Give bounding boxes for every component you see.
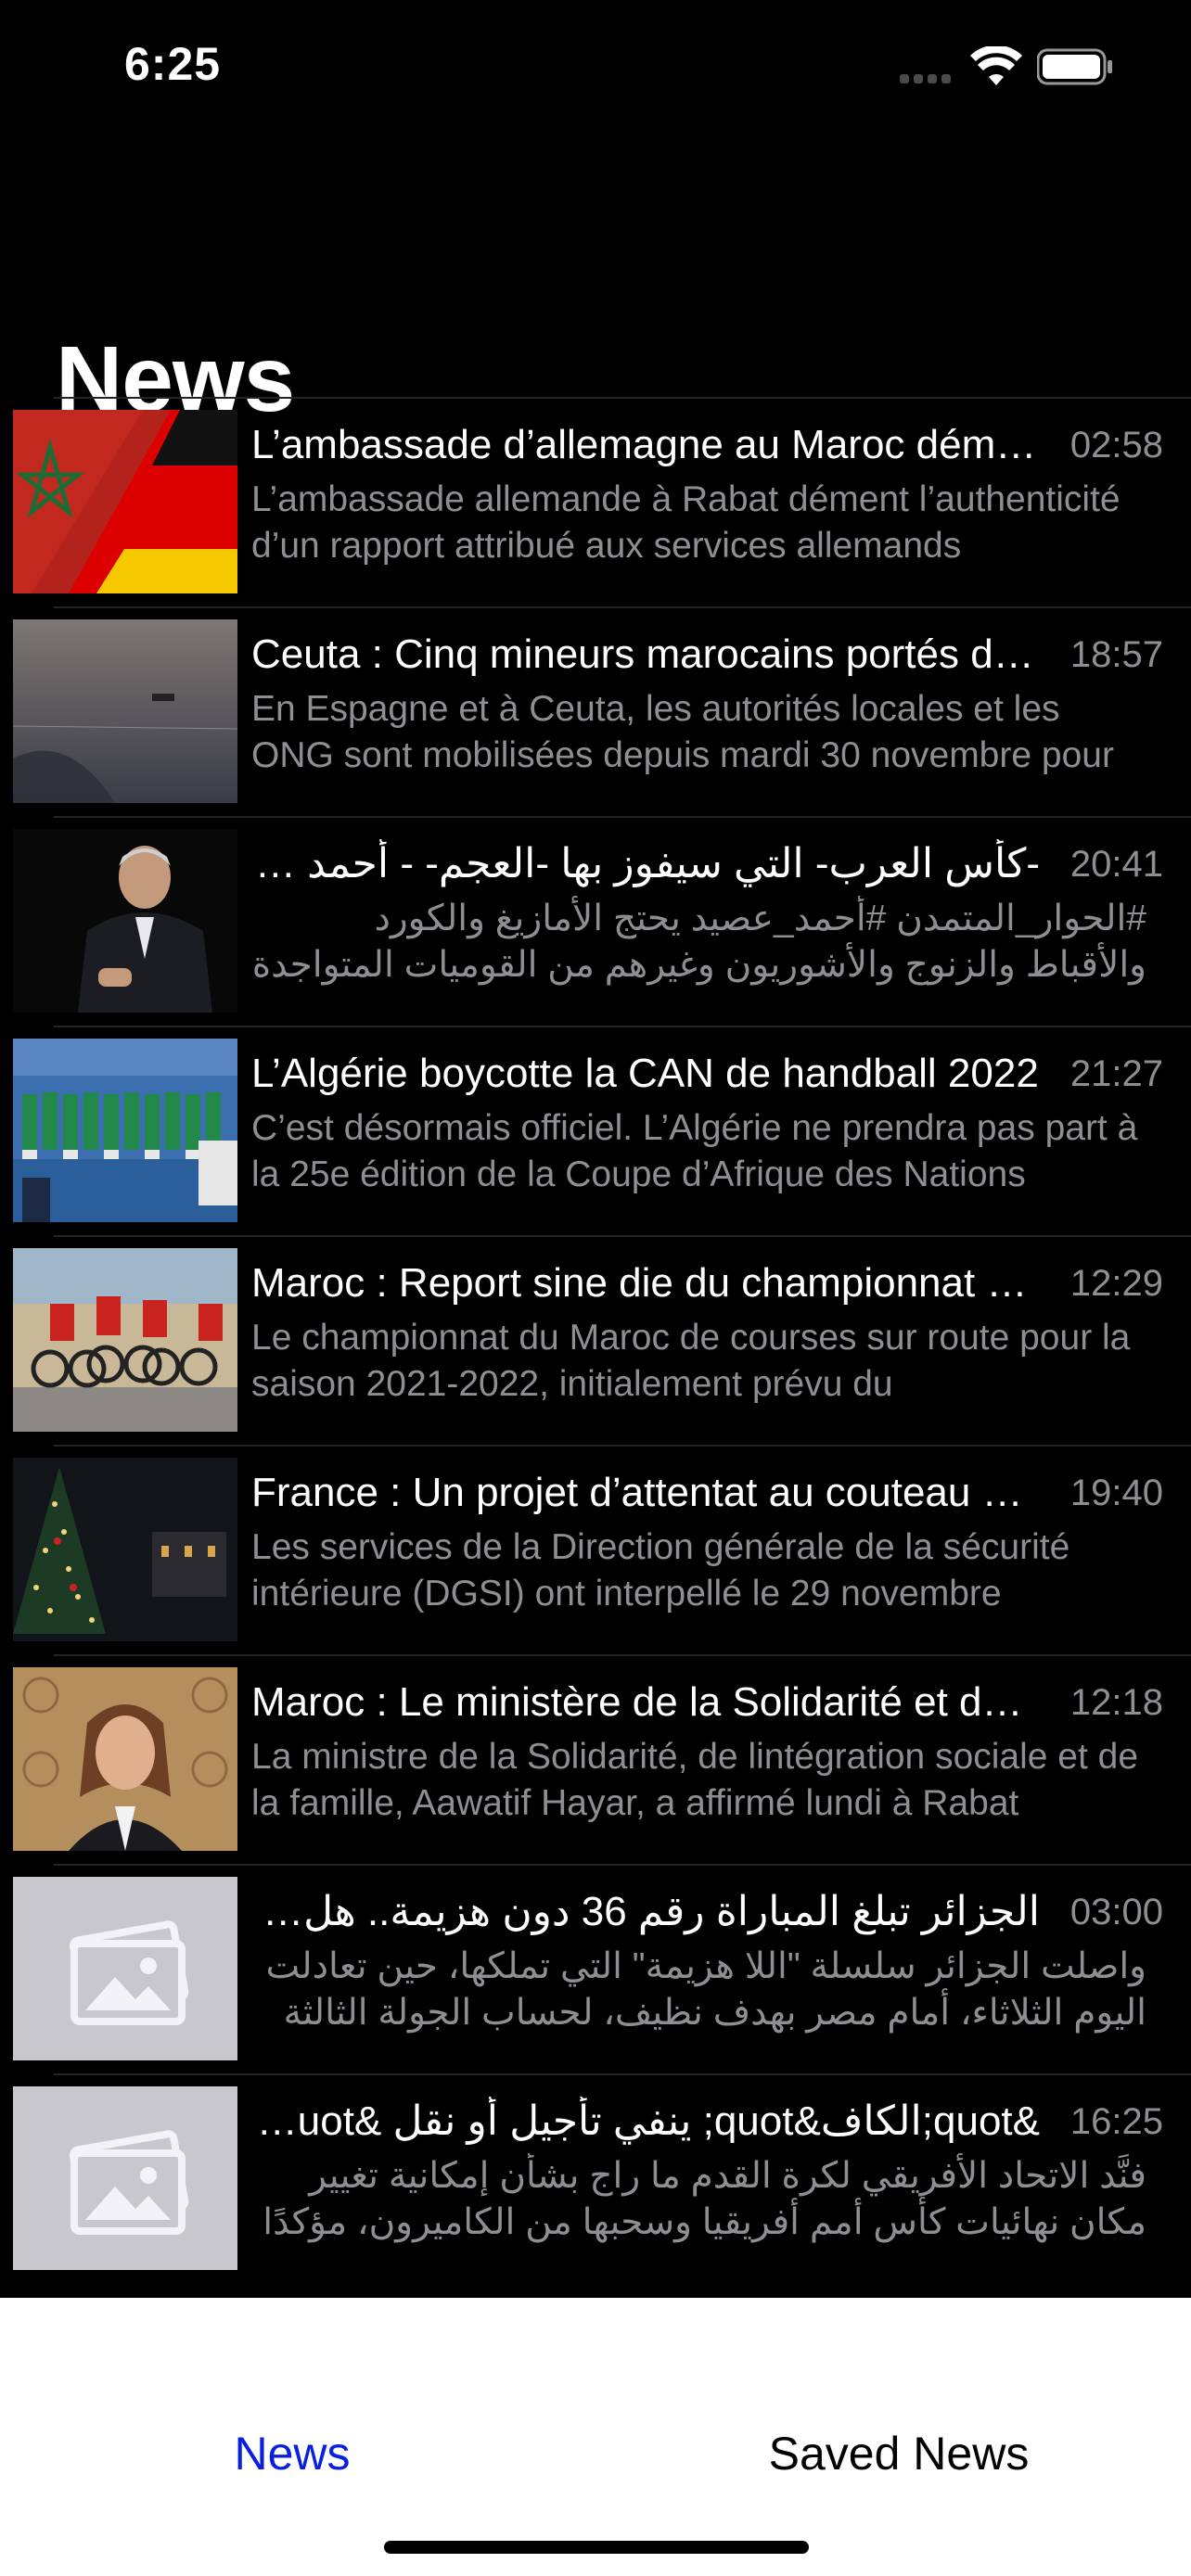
article-title: Ceuta : Cinq mineurs marocains portés di… [251,631,1040,677]
battery-icon [1037,48,1112,85]
news-row[interactable]: Maroc : Report sine die du championnat d… [0,1235,1191,1445]
tab-saved-news[interactable]: Saved News [607,2426,1191,2481]
article-excerpt: فنَّد الاتحاد الأفريقي لكرة القدم ما راج… [263,2156,1146,2242]
article-excerpt: En Espagne et à Ceuta, les autorités loc… [251,689,1114,775]
article-excerpt: Le championnat du Maroc de courses sur r… [251,1318,1131,1404]
article-title: France : Un projet d’attentat au couteau… [251,1470,1040,1515]
article-time: 12:29 [1069,1263,1163,1304]
article-thumbnail [13,1667,237,1851]
placeholder-photo-icon [13,1877,237,2060]
article-excerpt: Les services de la Direction générale de… [251,1527,1070,1613]
article-time: 03:00 [1069,1892,1163,1932]
news-list[interactable]: L’ambassade d’allemagne au Maroc dément … [0,397,1191,2283]
article-title: Maroc : Le ministère de la Solidarité et… [251,1679,1040,1725]
news-row[interactable]: L’ambassade d’allemagne au Maroc dément … [0,397,1191,606]
wifi-icon [970,46,1022,85]
news-row[interactable]: Ceuta : Cinq mineurs marocains portés di… [0,606,1191,816]
article-excerpt: L’ambassade allemande à Rabat dément l’a… [251,479,1121,566]
article-title: &quot;الكاف&quot; ينفي تأجيل أو نقل &quo… [251,2098,1040,2144]
article-thumbnail [13,619,237,803]
status-bar: 6:25 [0,0,1191,130]
article-title: L’ambassade d’allemagne au Maroc dément [251,422,1040,467]
news-row[interactable]: L’Algérie boycotte la CAN de handball 20… [0,1026,1191,1235]
article-title: L’Algérie boycotte la CAN de handball 20… [251,1051,1039,1096]
article-time: 19:40 [1069,1473,1163,1513]
article-thumbnail [13,1039,237,1222]
placeholder-photo-icon [13,2086,237,2270]
article-thumbnail [13,410,237,593]
article-thumbnail [13,1458,237,1641]
home-indicator[interactable] [384,2541,809,2554]
article-time: 16:25 [1069,2101,1163,2142]
article-excerpt: La ministre de la Solidarité, de lintégr… [251,1737,1139,1823]
article-time: 12:18 [1069,1682,1163,1723]
article-title: -كأس العرب- التي سيفوز بها -العجم- - أحم… [251,841,1040,886]
article-time: 02:58 [1069,425,1163,465]
article-excerpt: #الحوار_المتمدن #أحمد_عصيد يحتج الأمازيغ… [251,899,1146,985]
article-time: 20:41 [1069,844,1163,885]
news-row[interactable]: الجزائر تبلغ المباراة رقم 36 دون هزيمة..… [0,1864,1191,2073]
cellular-signal-icon [900,70,955,83]
news-row[interactable]: Maroc : Le ministère de la Solidarité et… [0,1654,1191,1864]
article-excerpt: واصلت الجزائر سلسلة "اللا هزيمة" التي تم… [265,1946,1146,2033]
article-thumbnail [13,829,237,1013]
article-excerpt: C’est désormais officiel. L’Algérie ne p… [251,1108,1138,1194]
news-row[interactable]: &quot;الكاف&quot; ينفي تأجيل أو نقل &quo… [0,2073,1191,2283]
article-title: Maroc : Report sine die du championnat d… [251,1260,1040,1306]
tab-news[interactable]: News [0,2426,584,2481]
article-time: 21:27 [1069,1053,1163,1094]
news-row[interactable]: -كأس العرب- التي سيفوز بها -العجم- - أحم… [0,816,1191,1026]
tab-bar: News Saved News [0,2298,1191,2576]
article-title: الجزائر تبلغ المباراة رقم 36 دون هزيمة..… [251,1889,1040,1934]
status-time: 6:25 [124,38,222,90]
news-row[interactable]: France : Un projet d’attentat au couteau… [0,1445,1191,1654]
article-thumbnail [13,1248,237,1432]
article-time: 18:57 [1069,634,1163,675]
